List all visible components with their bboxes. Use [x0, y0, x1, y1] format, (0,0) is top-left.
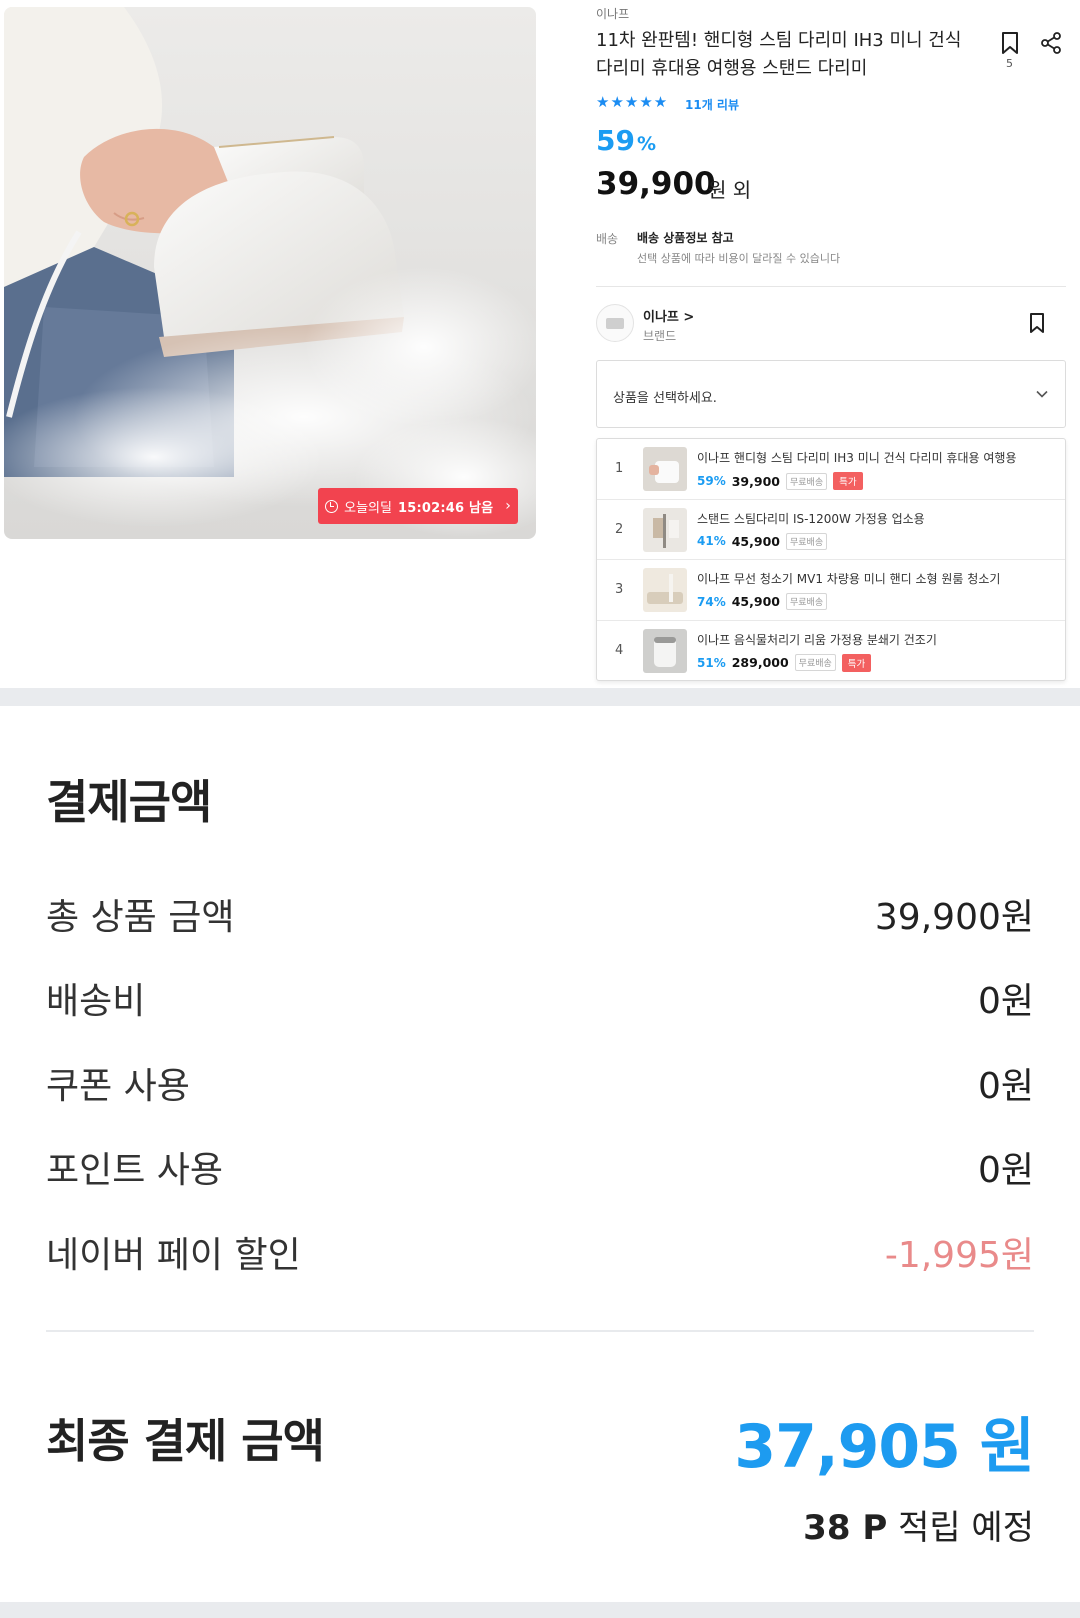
row-value: 0원 [977, 1150, 1034, 1191]
product-image[interactable]: 오늘의딜 15:02:46 남음 › [4, 7, 536, 539]
discount-unit: % [636, 133, 657, 155]
option-name: 이나프 무선 청소기 MV1 차량용 미니 핸디 소형 원룸 청소기 [697, 572, 1001, 586]
deal-badge: 특가 [833, 472, 863, 490]
option-name: 스탠드 스팀다리미 IS-1200W 가정용 업소용 [697, 511, 925, 526]
bookmark-icon[interactable] [1000, 31, 1020, 55]
chevron-down-icon [1036, 390, 1048, 398]
todays-deal-timer-button[interactable]: 오늘의딜 15:02:46 남음 › [318, 488, 518, 524]
option-name: 이나프 핸디형 스팀 다리미 IH3 미니 건식 다리미 휴대용 여행용 [697, 451, 1017, 465]
brand-sub-label: 브랜드 [643, 329, 677, 343]
clock-icon [325, 499, 339, 513]
brand-bookmark-icon[interactable] [1028, 312, 1046, 334]
option-item[interactable]: 2 스탠드 스팀다리미 IS-1200W 가정용 업소용 41% 45,900 … [597, 500, 1065, 560]
option-thumbnail [643, 568, 687, 612]
product-price: 39,900 [596, 166, 716, 202]
brand-link-small[interactable]: 이나프 [596, 5, 629, 22]
divider [596, 286, 1066, 287]
points-text: 적립 예정 [898, 1508, 1034, 1548]
row-label: 쿠폰 사용 [46, 1066, 190, 1107]
discount-value: 59 [596, 124, 635, 157]
shipping-value: 배송 상품정보 참고 [637, 231, 734, 245]
option-price: 45,900 [731, 533, 780, 549]
brand-logo-icon[interactable] [596, 304, 634, 342]
option-index: 3 [615, 582, 624, 597]
free-shipping-badge: 무료배송 [785, 472, 828, 490]
final-amount-label: 최종 결제 금액 [46, 1414, 325, 1468]
shipping-label: 배송 [596, 232, 619, 246]
option-price: 289,000 [731, 655, 789, 670]
steam-iron-illustration [4, 7, 536, 537]
row-label: 배송비 [46, 981, 146, 1022]
option-thumbnail [643, 507, 687, 552]
free-shipping-badge: 무료배송 [785, 593, 828, 610]
naverpay-discount-row: 네이버 페이 할인 -1,995원 [46, 1226, 1034, 1276]
option-price: 45,900 [731, 594, 780, 609]
points-used-row: 포인트 사용 0원 [46, 1141, 1034, 1191]
timer-time: 15:02:46 남음 [397, 500, 494, 516]
option-item[interactable]: 4 이나프 음식물처리기 리움 가정용 분쇄기 건조기 51% 289,000 … [597, 621, 1065, 682]
row-value: 0원 [977, 981, 1034, 1022]
product-select-dropdown[interactable]: 상품을 선택하세요. [596, 360, 1066, 428]
option-name: 이나프 음식물처리기 리움 가정용 분쇄기 건조기 [697, 632, 937, 647]
option-index: 1 [615, 461, 624, 476]
select-placeholder: 상품을 선택하세요. [613, 391, 717, 406]
option-discount: 74% [697, 594, 726, 609]
timer-label: 오늘의딜 [344, 500, 392, 516]
rating-stars-icon: ★★★★★ [596, 93, 669, 111]
section-separator [0, 688, 1080, 706]
option-thumbnail [643, 447, 687, 491]
review-count-link[interactable]: 11개 리뷰 [685, 96, 739, 113]
option-discount: 41% [697, 534, 726, 548]
row-label: 포인트 사용 [46, 1150, 224, 1191]
option-price: 39,900 [731, 473, 780, 489]
option-item[interactable]: 3 이나프 무선 청소기 MV1 차량용 미니 핸디 소형 원룸 청소기 74%… [597, 560, 1065, 621]
free-shipping-badge: 무료배송 [794, 654, 836, 671]
section-separator [0, 1602, 1080, 1618]
row-value: 39,900원 [874, 897, 1034, 938]
points-earn-note: 38 P 적립 예정 [803, 1500, 1034, 1549]
share-icon[interactable] [1040, 32, 1062, 54]
final-amount-value: 37,905 원 [734, 1412, 1035, 1482]
coupon-row: 쿠폰 사용 0원 [46, 1057, 1034, 1107]
free-shipping-badge: 무료배송 [785, 532, 828, 550]
brand-row: 이나프 > 브랜드 [596, 302, 1066, 346]
row-value: -1,995원 [884, 1235, 1034, 1276]
product-option-list: 1 이나프 핸디형 스팀 다리미 IH3 미니 건식 다리미 휴대용 여행용 5… [596, 438, 1066, 681]
price-unit: 원 외 [708, 178, 752, 202]
bookmark-count: 5 [1006, 57, 1013, 70]
product-title: 11차 완판템! 핸디형 스팀 다리미 IH3 미니 건식 다리미 휴대용 여행… [596, 30, 962, 79]
option-item[interactable]: 1 이나프 핸디형 스팀 다리미 IH3 미니 건식 다리미 휴대용 여행용 5… [597, 439, 1065, 500]
shipping-note: 선택 상품에 따라 비용이 달라질 수 있습니다 [637, 252, 841, 265]
brand-name-link[interactable]: 이나프 > [643, 306, 694, 325]
row-label: 총 상품 금액 [46, 897, 235, 938]
divider [46, 1330, 1034, 1332]
option-index: 4 [615, 642, 624, 658]
option-discount: 59% [697, 474, 726, 488]
deal-badge: 특가 [841, 653, 872, 672]
row-value: 0원 [977, 1066, 1034, 1107]
payment-title: 결제금액 [46, 775, 212, 829]
points-amount: 38 P [803, 1508, 888, 1548]
option-discount: 51% [697, 655, 726, 670]
total-product-amount-row: 총 상품 금액 39,900원 [46, 888, 1034, 938]
discount-rate: 59% [596, 124, 656, 157]
chevron-right-icon: › [505, 498, 511, 514]
option-index: 2 [615, 521, 624, 537]
row-label: 네이버 페이 할인 [46, 1235, 301, 1276]
shipping-fee-row: 배송비 0원 [46, 972, 1034, 1022]
option-thumbnail [643, 628, 687, 673]
